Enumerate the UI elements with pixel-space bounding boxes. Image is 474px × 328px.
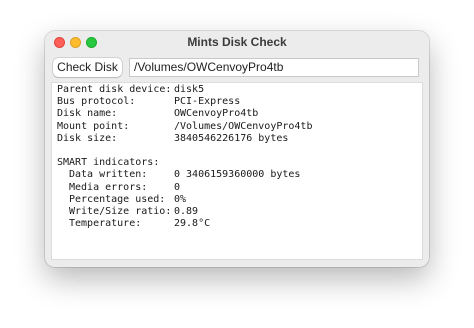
- info-row-disk-name: Disk name: OWCenvoyPro4tb: [57, 108, 422, 120]
- volume-path-field[interactable]: /Volumes/OWCenvoyPro4tb: [129, 58, 419, 77]
- info-row-disk-size: Disk size: 3840546226176 bytes: [57, 133, 422, 145]
- info-row-mount-point: Mount point: /Volumes/OWCenvoyPro4tb: [57, 121, 422, 133]
- info-value: disk5: [174, 84, 205, 95]
- smart-label: Write/Size ratio:: [69, 205, 172, 217]
- smart-row-data-written: Data written: 0 3406159360000 bytes: [57, 169, 422, 181]
- info-value: /Volumes/OWCenvoyPro4tb: [174, 120, 313, 132]
- info-label: Bus protocol:: [57, 96, 136, 108]
- smart-value: 0.89: [174, 205, 199, 217]
- info-row-bus-protocol: Bus protocol: PCI-Express: [57, 96, 422, 108]
- smart-value: 0 3406159360000 bytes: [174, 169, 301, 181]
- smart-value: 29.8°C: [174, 218, 211, 230]
- smart-value: 0: [174, 181, 181, 193]
- check-disk-button[interactable]: Check Disk: [53, 58, 122, 77]
- window-title: Mints Disk Check: [187, 35, 287, 49]
- smart-heading: SMART indicators:: [57, 157, 160, 169]
- smart-label: Temperature:: [69, 218, 142, 230]
- app-window: Mints Disk Check Check Disk /Volumes/OWC…: [45, 31, 429, 267]
- info-label: Mount point:: [57, 120, 130, 132]
- title-bar: Mints Disk Check: [45, 31, 429, 53]
- info-label: Disk name:: [57, 108, 118, 120]
- smart-label: Media errors:: [69, 181, 148, 193]
- info-label: Disk size:: [57, 132, 118, 144]
- info-label: Parent disk device:: [57, 84, 172, 95]
- smart-label: Data written:: [69, 169, 148, 181]
- info-value: 3840546226176 bytes: [174, 132, 289, 144]
- smart-row-percentage-used: Percentage used: 0%: [57, 194, 422, 206]
- report-output: Parent disk device: disk5 Bus protocol: PC…: [51, 82, 423, 260]
- info-value: OWCenvoyPro4tb: [174, 108, 259, 120]
- toolbar: Check Disk /Volumes/OWCenvoyPro4tb: [45, 55, 429, 79]
- smart-row-temperature: Temperature: 29.8°C: [57, 218, 422, 230]
- info-value: PCI-Express: [174, 96, 241, 108]
- smart-value: 0%: [174, 193, 187, 205]
- smart-label: Percentage used:: [69, 193, 166, 205]
- info-row-parent-device: Parent disk device: disk5: [57, 84, 422, 96]
- smart-row-write-size-ratio: Write/Size ratio: 0.89: [57, 206, 422, 218]
- smart-row-media-errors: Media errors: 0: [57, 182, 422, 194]
